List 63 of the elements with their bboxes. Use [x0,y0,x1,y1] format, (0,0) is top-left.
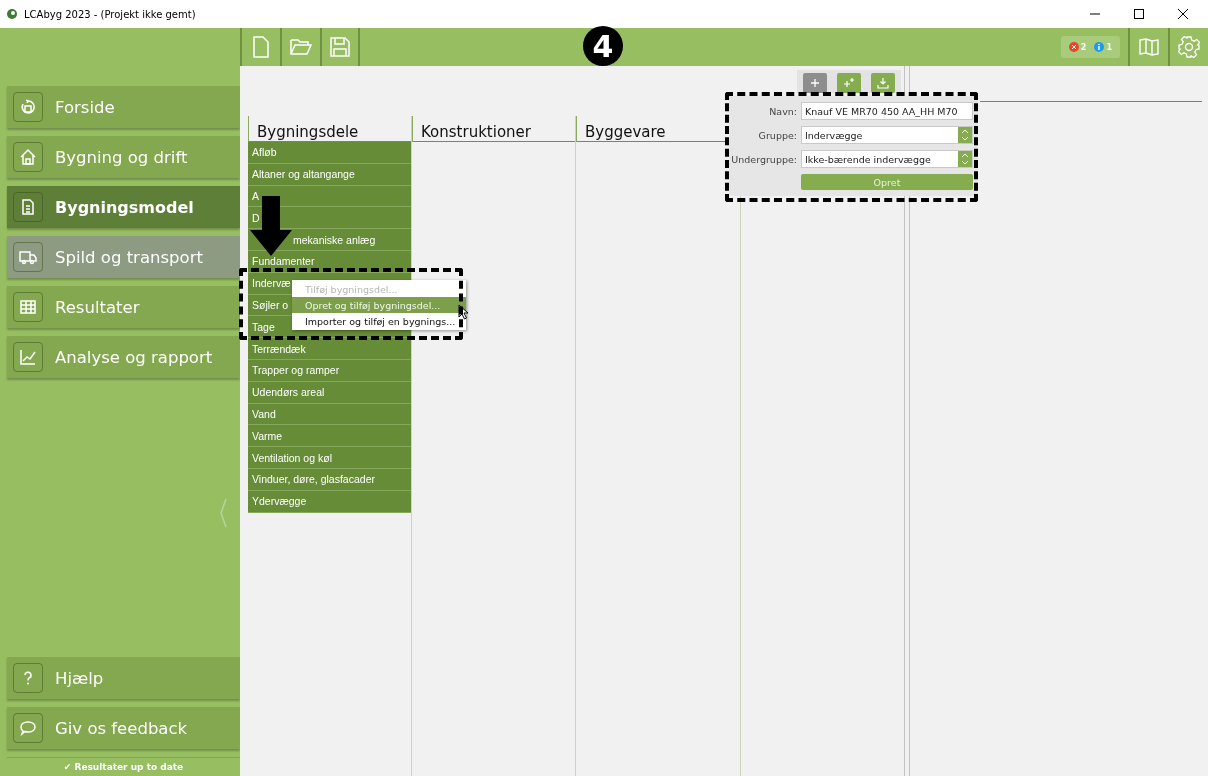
double-plus-icon [843,77,855,89]
building-part-item[interactable]: Afløb [252,146,277,159]
plus-icon [809,77,821,89]
building-part-item[interactable]: Vinduer, døre, glasfacader [252,473,375,486]
circular-arrow-icon [19,98,37,116]
spinner-arrows-icon[interactable] [958,151,972,167]
spinner-arrows-icon[interactable] [958,127,972,143]
book-icon [1139,38,1159,56]
nav-item[interactable]: Analyse og rapport [7,336,240,378]
line-chart-icon [19,348,37,366]
info-count: 1 [1094,42,1112,52]
nav-item[interactable]: Forside [7,86,240,128]
nav-item[interactable]: Spild og transport [7,236,240,278]
document-icon [19,198,37,216]
close-icon [1178,9,1188,19]
column-header: Konstruktioner [412,116,575,142]
building-part-item[interactable]: Tage [252,320,275,333]
window-title: LCAbyg 2023 - (Projekt ikke gemt) [24,8,197,20]
building-part-item[interactable]: Fundamenter [252,255,315,268]
speech-bubble-icon [19,719,37,737]
nav-item[interactable]: Resultater [7,286,240,328]
building-part-item[interactable]: Trapper og ramper [252,364,340,377]
building-part-item[interactable]: Varme [252,429,283,442]
app-logo-icon [6,8,18,20]
panel-tool-button[interactable] [803,73,827,93]
nav-item[interactable]: Bygning og drift [7,136,240,178]
building-part-item[interactable]: D [252,211,260,224]
mouse-cursor-icon [458,304,470,320]
maximize-icon [1134,9,1144,19]
house-icon [19,148,37,166]
field-label: Gruppe: [757,129,797,141]
building-part-item[interactable]: Ydervægge [252,495,307,508]
folder-icon [290,38,312,56]
error-count: 2 [1068,42,1087,52]
input-field[interactable]: Knauf VE MR70 450 AA_HH M70 [801,102,973,120]
menu-item[interactable]: Importer og tilføj en bygnings... [292,313,466,329]
nav-item[interactable]: Hjælp [7,657,240,699]
save-icon [330,37,350,57]
truck-icon [19,248,37,266]
nav-item[interactable]: Giv os feedback [7,707,240,749]
building-part-item[interactable]: Terrændæk [252,342,306,355]
dropdown-field[interactable]: Ikke-bærende indervægge [801,150,973,168]
table-icon [19,298,37,316]
dropdown-field[interactable]: Indervægge [801,126,973,144]
building-part-item[interactable]: mekaniske anlæg [293,233,376,246]
new-file-icon [252,36,270,58]
building-part-item[interactable]: Ventilation og køl [252,451,332,464]
building-part-item[interactable]: A [252,190,259,202]
building-part-item[interactable]: Altaner og altangange [252,168,355,181]
field-label: Navn: [768,105,797,117]
create-button[interactable]: Opret [801,174,973,190]
panel-tool-button[interactable] [837,73,861,93]
nav-item[interactable]: Bygningsmodel [7,186,240,228]
status-text: ✔ Resultater up to date [7,757,240,776]
field-label: Undergruppe: [730,153,797,165]
building-part-item[interactable]: Udendørs areal [252,386,325,399]
download-icon [877,77,889,89]
menu-item[interactable]: Opret og tilføj bygningsdel... [292,297,466,313]
building-part-item[interactable]: Vand [252,407,276,420]
settings-icon [1178,36,1200,58]
building-part-item[interactable]: Søjler o [252,298,289,311]
panel-tool-button[interactable] [871,73,895,93]
building-part-item[interactable]: Indervæ [252,277,291,290]
